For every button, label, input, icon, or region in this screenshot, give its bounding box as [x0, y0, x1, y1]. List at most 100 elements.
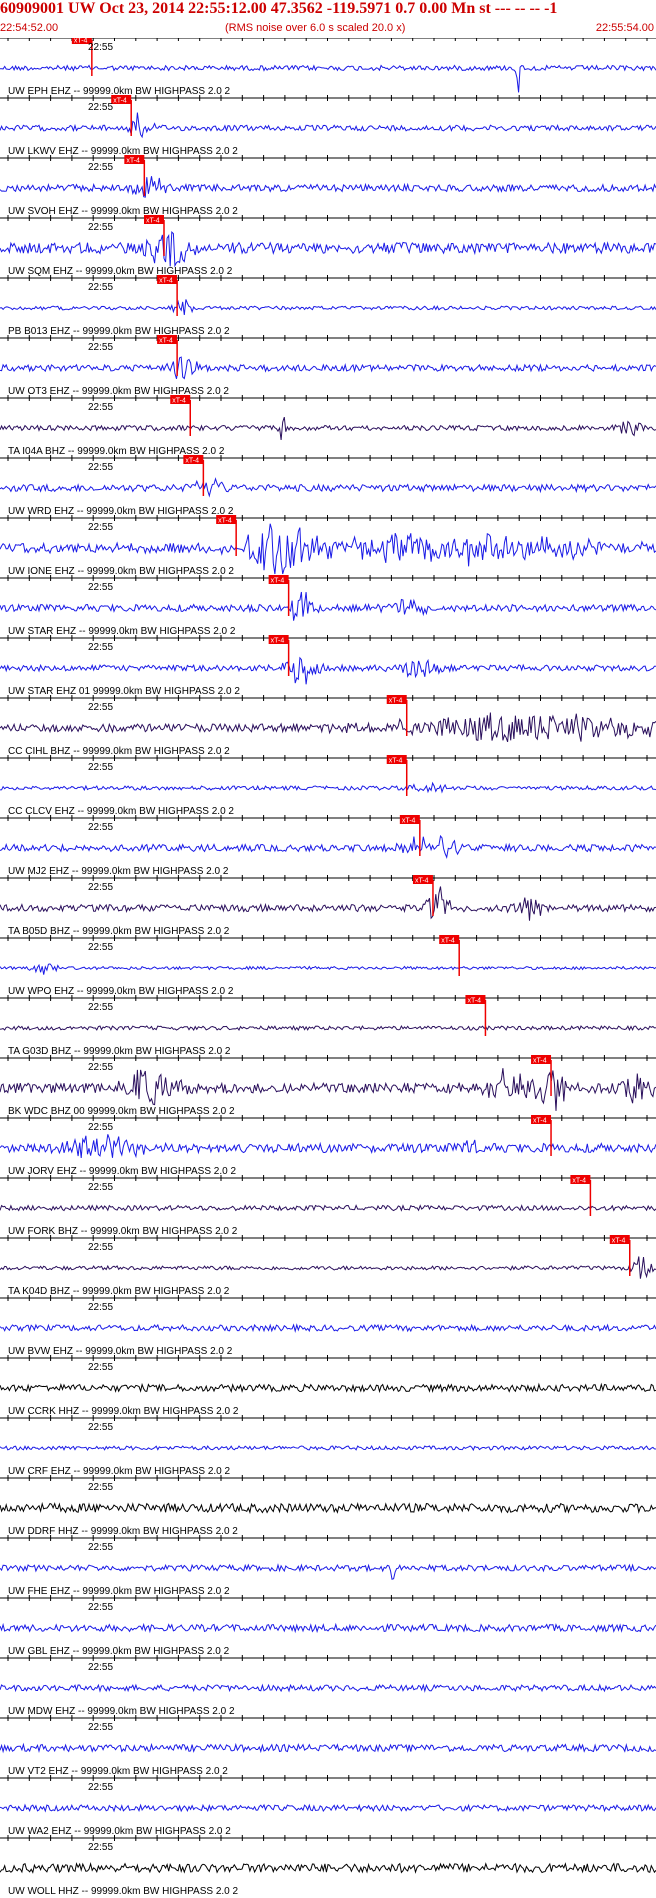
- time-label: 22:55: [88, 1242, 113, 1253]
- waveform-trace: [0, 1445, 656, 1452]
- header: 60909001 UW Oct 23, 2014 22:55:12.00 47.…: [0, 0, 656, 38]
- trace-label: TA B05D BHZ -- 99999.0km BW HIGHPASS 2.0…: [8, 926, 230, 937]
- trace-label: CC CLCV EHZ -- 99999.0km BW HIGHPASS 2.0…: [8, 806, 234, 817]
- time-label: 22:55: [88, 102, 113, 113]
- time-label: 22:55: [88, 42, 113, 53]
- trace-label: UW OT3 EHZ -- 99999.0km BW HIGHPASS 2.0 …: [8, 386, 229, 397]
- pick-label: xT-4: [74, 38, 88, 45]
- time-label: 22:55: [88, 1422, 113, 1433]
- waveform-trace: [0, 477, 656, 498]
- time-label: 22:55: [88, 1782, 113, 1793]
- trace-label: UW FHE EHZ -- 99999.0km BW HIGHPASS 2.0 …: [8, 1586, 230, 1597]
- trace-label: BK WDC BHZ 00 99999.0km BW HIGHPASS 2.0 …: [8, 1106, 235, 1117]
- pick-label: xT-4: [572, 1178, 586, 1185]
- trace-label: UW BVW EHZ -- 99999.0km BW HIGHPASS 2.0 …: [8, 1346, 233, 1357]
- time-label: 22:55: [88, 1122, 113, 1133]
- waveform-trace: [0, 712, 656, 743]
- pick-label: xT-4: [126, 158, 140, 165]
- end-time: 22:55:54.00: [595, 22, 654, 34]
- waveform-trace: [0, 1862, 656, 1874]
- time-label: 22:55: [88, 462, 113, 473]
- time-label: 22:55: [88, 762, 113, 773]
- waveform-trace: [0, 1323, 656, 1333]
- waveform-trace: [0, 299, 656, 316]
- time-label: 22:55: [88, 522, 113, 533]
- pick-label: xT-4: [271, 578, 285, 585]
- trace-label: UW DDRF HHZ -- 99999.0km BW HIGHPASS 2.0…: [8, 1526, 238, 1537]
- pick-label: xT-4: [612, 1238, 626, 1245]
- trace-label: UW STAR EHZ 01 99999.0km BW HIGHPASS 2.0…: [8, 686, 240, 697]
- pick-label: xT-4: [467, 998, 481, 1005]
- pick-label: xT-4: [271, 638, 285, 645]
- trace-label: TA G03D BHZ -- 99999.0km BW HIGHPASS 2.0…: [8, 1046, 231, 1057]
- time-label: 22:55: [88, 282, 113, 293]
- time-label: 22:55: [88, 942, 113, 953]
- time-label: 22:55: [88, 1542, 113, 1553]
- pick-label: xT-4: [415, 878, 429, 885]
- pick-label: xT-4: [146, 218, 160, 225]
- time-label: 22:55: [88, 1062, 113, 1073]
- waveform-trace: [0, 1024, 656, 1032]
- trace-label: PB B013 EHZ -- 99999.0km BW HIGHPASS 2.0…: [8, 326, 230, 337]
- waveform-trace: [0, 176, 656, 198]
- waveform-trace: [0, 591, 656, 621]
- time-label: 22:55: [88, 1602, 113, 1613]
- pick-label: xT-4: [218, 518, 232, 525]
- pick-label: xT-4: [533, 1058, 547, 1065]
- time-label: 22:55: [88, 1842, 113, 1853]
- waveform-trace: [0, 230, 656, 268]
- waveform-trace: [0, 1742, 656, 1754]
- time-label: 22:55: [88, 1362, 113, 1373]
- pick-label: xT-4: [389, 698, 403, 705]
- waveform-trace: [0, 1683, 656, 1693]
- trace-label: UW STAR EHZ -- 99999.0km BW HIGHPASS 2.0…: [8, 626, 236, 637]
- trace-label: UW SQM EHZ -- 99999.0km BW HIGHPASS 2.0 …: [8, 266, 233, 277]
- time-label: 22:55: [88, 1662, 113, 1673]
- noise-note: (RMS noise over 6.0 s scaled 20.0 x): [225, 22, 406, 34]
- pick-label: xT-4: [441, 938, 455, 945]
- trace-label: TA K04D BHZ -- 99999.0km BW HIGHPASS 2.0…: [8, 1286, 230, 1297]
- time-label: 22:55: [88, 1002, 113, 1013]
- time-label: 22:55: [88, 1302, 113, 1313]
- seismogram-plot: xT-422:55UW EPH EHZ -- 99999.0km BW HIGH…: [0, 38, 656, 1897]
- pick-label: xT-4: [185, 458, 199, 465]
- trace-label: UW GBL EHZ -- 99999.0km BW HIGHPASS 2.0 …: [8, 1646, 230, 1657]
- time-label: 22:55: [88, 642, 113, 653]
- waveform-trace: [0, 1803, 656, 1813]
- waveform-trace: [0, 112, 656, 139]
- waveform-trace: [0, 1622, 656, 1634]
- waveform-trace: [0, 963, 656, 975]
- waveform-trace: [0, 781, 656, 794]
- time-label: 22:55: [88, 582, 113, 593]
- waveform-trace: [0, 356, 656, 380]
- time-label: 22:55: [88, 702, 113, 713]
- trace-label: UW SVOH EHZ -- 99999.0km BW HIGHPASS 2.0…: [8, 206, 238, 217]
- start-time: 22:54:52.00: [0, 22, 59, 34]
- trace-label: CC CIHL BHZ -- 99999.0km BW HIGHPASS 2.0…: [8, 746, 230, 757]
- waveform-trace: [0, 416, 656, 440]
- trace-label: UW JORV EHZ -- 99999.0km BW HIGHPASS 2.0…: [8, 1166, 236, 1177]
- pick-label: xT-4: [533, 1118, 547, 1125]
- waveform-trace: [0, 1068, 656, 1111]
- trace-label: UW LKWV EHZ -- 99999.0km BW HIGHPASS 2.0…: [8, 146, 238, 157]
- waveform-trace: [0, 1256, 656, 1279]
- time-label: 22:55: [88, 822, 113, 833]
- waveform-trace: [0, 834, 656, 860]
- trace-label: UW IONE EHZ -- 99999.0km BW HIGHPASS 2.0…: [8, 566, 234, 577]
- trace-label: UW WA2 EHZ -- 99999.0km BW HIGHPASS 2.0 …: [8, 1826, 231, 1837]
- waveform-trace: [0, 1382, 656, 1394]
- pick-label: xT-4: [389, 758, 403, 765]
- pick-label: xT-4: [172, 398, 186, 405]
- time-label: 22:55: [88, 1182, 113, 1193]
- pick-label: xT-4: [159, 278, 173, 285]
- trace-label: UW CCRK HHZ -- 99999.0km BW HIGHPASS 2.0…: [8, 1406, 239, 1417]
- time-label: 22:55: [88, 342, 113, 353]
- waveform-trace: [0, 1501, 656, 1515]
- time-label: 22:55: [88, 1722, 113, 1733]
- time-label: 22:55: [88, 162, 113, 173]
- trace-label: UW CRF EHZ -- 99999.0km BW HIGHPASS 2.0 …: [8, 1466, 231, 1477]
- time-label: 22:55: [88, 402, 113, 413]
- time-label: 22:55: [88, 1482, 113, 1493]
- pick-label: xT-4: [159, 338, 173, 345]
- waveform-trace: [0, 1134, 656, 1159]
